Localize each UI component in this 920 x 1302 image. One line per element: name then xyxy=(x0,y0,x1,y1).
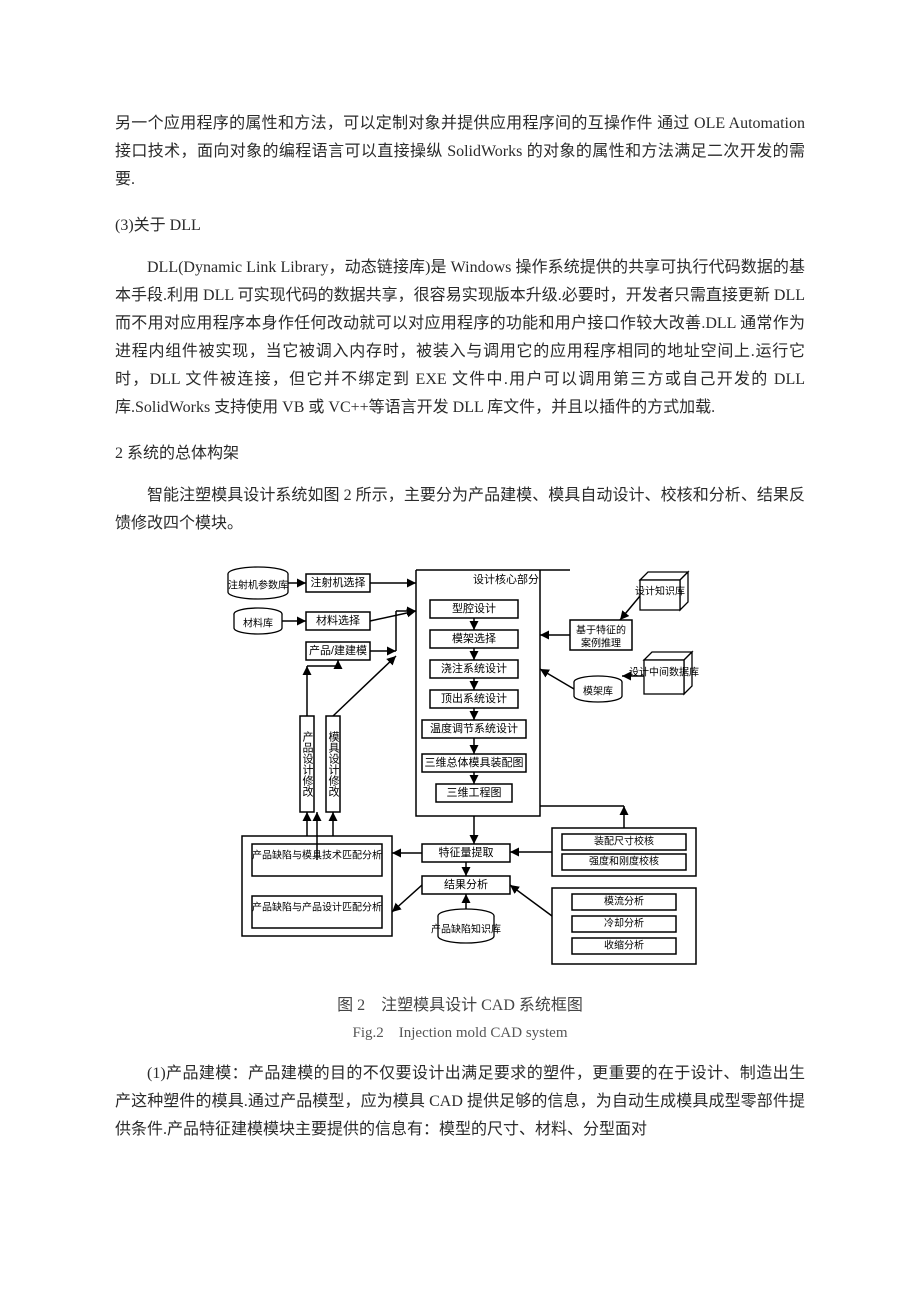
svg-text:注射机参数库: 注射机参数库 xyxy=(228,579,288,592)
check-fit: 装配尺寸校核 xyxy=(594,835,654,848)
db-injection-params: 注射机参数库 xyxy=(228,567,288,599)
heading-dll: (3)关于 DLL xyxy=(115,212,805,240)
feedback-mold: 模具设计修改 xyxy=(327,731,340,798)
svg-text:设计知识库: 设计知识库 xyxy=(635,585,685,598)
core-step-4: 顶出系统设计 xyxy=(441,691,507,705)
db-defect-knowledge: 产品缺陷知识库 xyxy=(431,909,501,943)
svg-text:材料库: 材料库 xyxy=(243,617,273,630)
paragraph-4: (1)产品建模：产品建模的目的不仅要设计出满足要求的塑件，更重要的在于设计、制造… xyxy=(115,1060,805,1144)
db-mid: 设计中间数据库 xyxy=(629,652,699,694)
core-step-2: 模架选择 xyxy=(452,631,496,645)
result-analysis: 结果分析 xyxy=(444,877,488,891)
cbr-line1: 基于特征的 xyxy=(576,624,626,637)
analysis-cooling: 冷却分析 xyxy=(604,917,644,930)
figure-2-diagram: 注射机参数库 材料库 注射机选择 材料选择 产品/建建模 xyxy=(210,556,710,986)
cbr-line2: 案例推理 xyxy=(581,637,621,650)
paragraph-1: 另一个应用程序的属性和方法，可以定制对象并提供应用程序间的互操作件 通过 OLE… xyxy=(115,110,805,194)
defect-match-design: 产品缺陷与产品设计匹配分析 xyxy=(252,901,382,914)
paragraph-3: 智能注塑模具设计系统如图 2 所示，主要分为产品建模、模具自动设计、校核和分析、… xyxy=(115,482,805,538)
heading-section-2: 2 系统的总体构架 xyxy=(115,440,805,468)
feature-extract: 特征量提取 xyxy=(439,845,494,859)
analysis-moldflow: 模流分析 xyxy=(604,895,644,908)
db-material: 材料库 xyxy=(234,608,282,634)
svg-text:模架库: 模架库 xyxy=(583,685,613,698)
core-step-7: 三维工程图 xyxy=(447,786,502,799)
paragraph-2: DLL(Dynamic Link Library，动态链接库)是 Windows… xyxy=(115,254,805,422)
db-mold-library: 模架库 xyxy=(574,676,622,702)
core-step-3: 浇注系统设计 xyxy=(441,661,507,675)
core-step-6: 三维总体模具装配图 xyxy=(425,755,524,769)
box-product-model: 产品/建建模 xyxy=(309,643,367,657)
check-strength: 强度和刚度校核 xyxy=(589,855,659,868)
svg-text:产品缺陷知识库: 产品缺陷知识库 xyxy=(431,923,501,936)
figure-2: 注射机参数库 材料库 注射机选择 材料选择 产品/建建模 xyxy=(210,556,710,1046)
box-mat-select: 材料选择 xyxy=(316,613,360,627)
figure-2-caption-cn: 图 2 注塑模具设计 CAD 系统框图 xyxy=(210,992,710,1020)
db-design-knowledge: 设计知识库 xyxy=(635,572,688,610)
core-step-1: 型腔设计 xyxy=(452,601,496,615)
core-step-5: 温度调节系统设计 xyxy=(430,721,518,735)
feedback-product: 产品设计修改 xyxy=(301,730,314,798)
box-inj-select: 注射机选择 xyxy=(311,575,366,589)
document-page: 另一个应用程序的属性和方法，可以定制对象并提供应用程序间的互操作件 通过 OLE… xyxy=(0,0,920,1302)
analysis-shrink: 收缩分析 xyxy=(604,939,644,952)
core-title: 设计核心部分 xyxy=(473,572,539,586)
figure-2-caption-en: Fig.2 Injection mold CAD system xyxy=(210,1020,710,1046)
